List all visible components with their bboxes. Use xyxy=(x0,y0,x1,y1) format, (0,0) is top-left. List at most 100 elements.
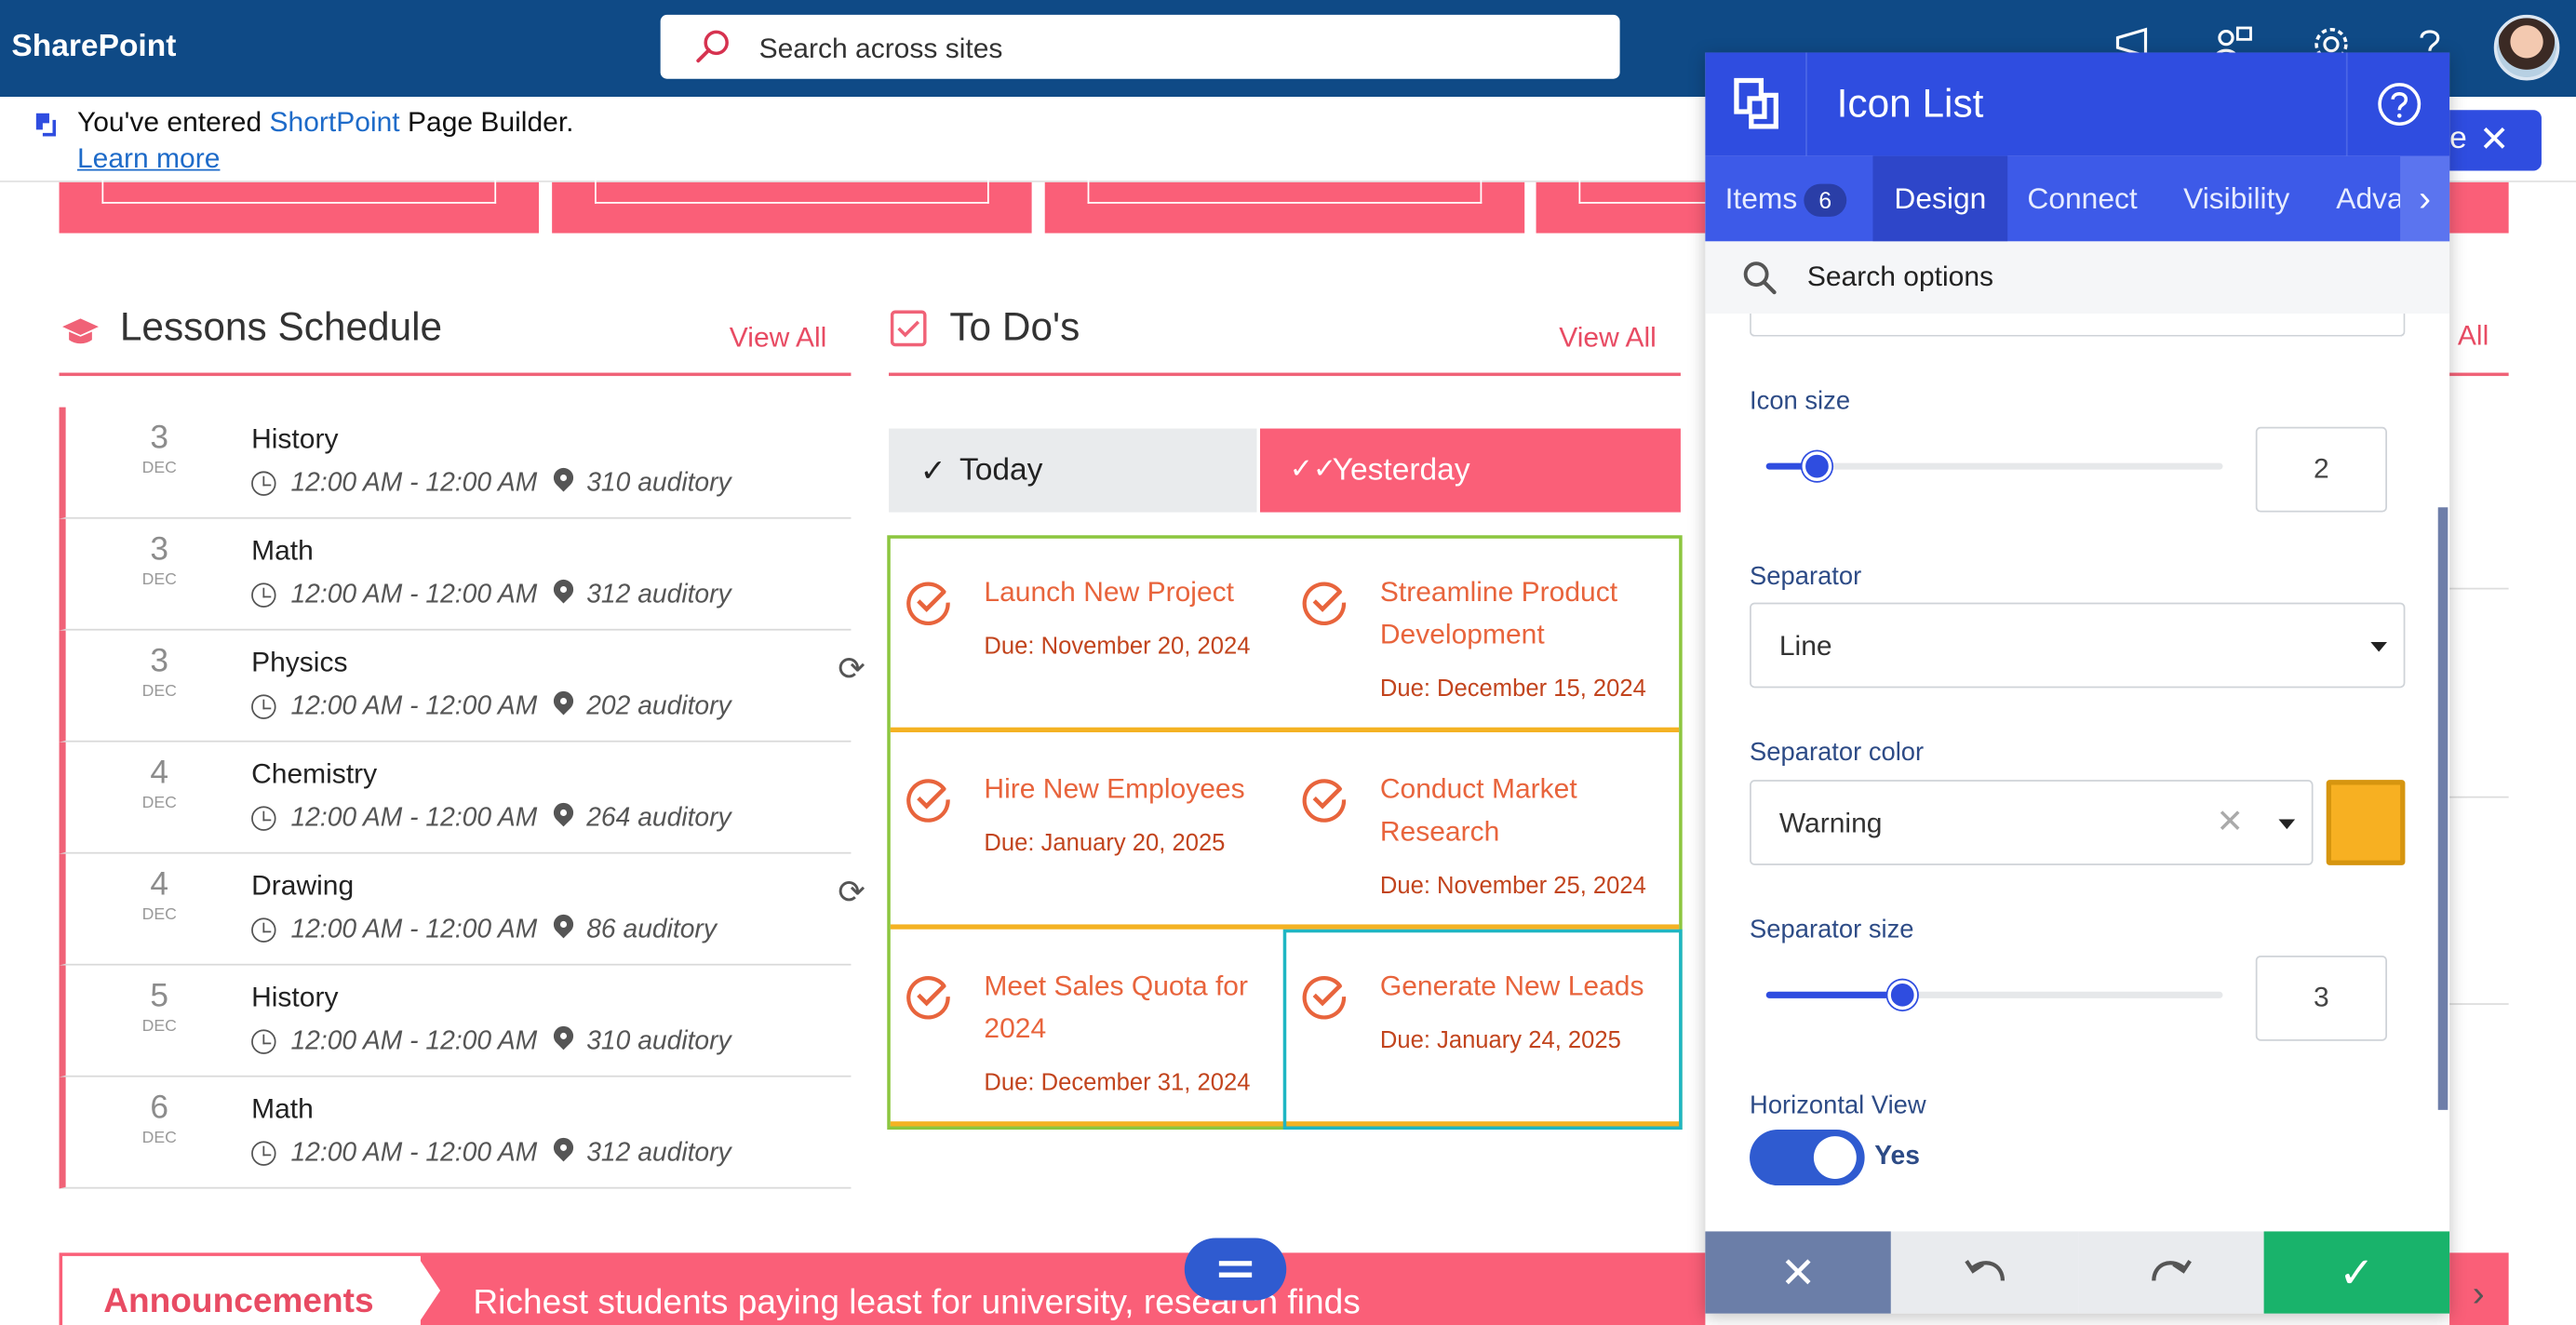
separator-select[interactable]: Line xyxy=(1750,602,2406,689)
todos-view-all-link[interactable]: View All xyxy=(1559,322,1657,355)
panel-header: Icon List xyxy=(1705,52,2450,156)
horizontal-view-toggle[interactable] xyxy=(1750,1130,1865,1186)
icon-size-slider-handle[interactable] xyxy=(1802,451,1832,482)
todo-title: Meet Sales Quota for 2024 xyxy=(984,970,1249,1045)
todo-item[interactable]: Launch New Project Due: November 20, 2024 xyxy=(891,539,1286,736)
redo-button[interactable] xyxy=(2078,1231,2264,1314)
cancel-button[interactable]: ✕ xyxy=(1705,1231,1891,1314)
help-button[interactable] xyxy=(2345,52,2449,156)
todo-item[interactable]: Conduct Market Research Due: November 25,… xyxy=(1286,736,1682,933)
separator-size-input[interactable]: 3 xyxy=(2255,955,2387,1041)
lesson-day: 4 xyxy=(150,755,169,792)
lesson-subject[interactable]: Drawing xyxy=(251,870,354,903)
tile-3[interactable] xyxy=(1044,175,1525,234)
lesson-month: DEC xyxy=(141,1130,177,1148)
location-pin-icon xyxy=(549,575,578,604)
lessons-view-all-link[interactable]: View All xyxy=(730,322,827,355)
app-title[interactable]: SharePoint xyxy=(11,30,176,66)
check-circle-icon xyxy=(906,779,950,823)
lesson-row[interactable]: 6 DEC Math 12:00 AM - 12:00 AM 312 auditory xyxy=(59,1077,852,1189)
tab-yesterday[interactable]: ✓✓ Yesterday xyxy=(1259,428,1681,513)
lesson-row[interactable]: 4 DEC Drawing 12:00 AM - 12:00 AM 86 auditor… xyxy=(59,853,865,966)
lesson-row[interactable]: 3 DEC Math 12:00 AM - 12:00 AM 312 auditory xyxy=(59,518,852,631)
close-icon: ✕ xyxy=(2478,118,2510,160)
todos-title: To Do's xyxy=(949,305,1080,350)
separator-value: Line xyxy=(1778,630,1832,662)
right-view-all-link[interactable]: All xyxy=(2458,320,2489,353)
check-icon: ✓ xyxy=(919,454,946,489)
todo-title: Launch New Project xyxy=(984,576,1234,608)
lesson-time: 12:00 AM - 12:00 AM xyxy=(290,916,538,944)
horizontal-view-label: Horizontal View xyxy=(1750,1091,1926,1120)
todo-item[interactable]: Meet Sales Quota for 2024 Due: December 3… xyxy=(891,932,1286,1130)
tab-advanced[interactable]: Adva xyxy=(2336,156,2400,242)
lesson-subject[interactable]: Math xyxy=(251,535,314,568)
options-search[interactable]: Search options xyxy=(1705,241,2450,315)
lesson-time: 12:00 AM - 12:00 AM xyxy=(290,469,538,498)
announcements-label-box: Announcements xyxy=(62,1255,421,1325)
lesson-subject[interactable]: History xyxy=(251,982,338,1014)
user-avatar[interactable] xyxy=(2493,14,2560,81)
panel-tabs: Items 6 Design Connect Visibility Adva › xyxy=(1705,155,2450,242)
tile-4-edge xyxy=(2449,181,2509,234)
lesson-month: DEC xyxy=(141,1018,177,1037)
lesson-subject[interactable]: Chemistry xyxy=(251,758,377,791)
tile-2[interactable] xyxy=(552,175,1032,234)
todo-due-date: Due: November 20, 2024 xyxy=(984,634,1251,661)
separator-size-slider-handle[interactable] xyxy=(1887,980,1918,1010)
lesson-subject[interactable]: Math xyxy=(251,1093,314,1126)
panel-scrollbar[interactable] xyxy=(2437,507,2449,1110)
location-pin-icon xyxy=(549,1133,578,1162)
lesson-day: 3 xyxy=(150,420,169,457)
tile-4[interactable] xyxy=(1536,175,1738,234)
tile-1[interactable] xyxy=(59,175,540,234)
check-circle-icon xyxy=(906,976,950,1020)
panel-title: Icon List xyxy=(1836,82,1984,127)
announcements-bar: Announcements Richest students paying le… xyxy=(59,1252,1706,1325)
location-pin-icon xyxy=(549,910,578,939)
lesson-subject[interactable]: History xyxy=(251,423,338,456)
tab-today[interactable]: ✓ Today xyxy=(889,428,1257,513)
tab-visibility[interactable]: Visibility xyxy=(2183,156,2289,242)
lesson-subject[interactable]: Physics xyxy=(251,647,347,679)
chevron-right-icon[interactable]: › xyxy=(2473,1273,2485,1316)
learn-more-link[interactable]: Learn more xyxy=(77,143,220,176)
separator-label: Separator xyxy=(1750,563,1862,592)
icon-size-input[interactable]: 2 xyxy=(2255,426,2387,513)
clock-icon xyxy=(251,1029,276,1054)
separator-color-swatch[interactable] xyxy=(2326,780,2406,865)
undo-button[interactable] xyxy=(1890,1231,2079,1314)
lesson-row[interactable]: 3 DEC History 12:00 AM - 12:00 AM 310 audito… xyxy=(59,407,852,519)
tab-connect[interactable]: Connect xyxy=(2027,156,2137,242)
save-button[interactable]: ✓ xyxy=(2263,1231,2450,1314)
check-circle-icon xyxy=(906,582,950,626)
tab-items[interactable]: Items 6 xyxy=(1705,156,1872,242)
right-row-line xyxy=(2449,796,2509,798)
todo-due-date: Due: January 20, 2025 xyxy=(984,830,1226,858)
previous-field-edge xyxy=(1750,314,2406,337)
location-pin-icon xyxy=(549,1022,578,1051)
shortpoint-logo-icon[interactable] xyxy=(1705,52,1807,156)
lesson-room: 86 auditory xyxy=(586,916,717,944)
todo-title: Hire New Employees xyxy=(984,773,1245,805)
search-placeholder: Search across sites xyxy=(758,33,1003,64)
lesson-row[interactable]: 5 DEC History 12:00 AM - 12:00 AM 310 audito… xyxy=(59,965,852,1077)
todo-item[interactable]: Hire New Employees Due: January 20, 2025 xyxy=(891,736,1286,933)
exit-builder-button[interactable]: e ✕ xyxy=(2449,110,2542,171)
separator-color-select[interactable]: Warning ✕ xyxy=(1750,780,2314,865)
icon-size-label: Icon size xyxy=(1750,387,1851,416)
todo-item[interactable]: Streamline Product Development Due: Decem… xyxy=(1286,539,1682,736)
options-search-placeholder: Search options xyxy=(1806,261,1994,293)
clock-icon xyxy=(251,471,276,496)
separator-size-slider[interactable] xyxy=(1765,980,2223,1010)
clear-icon[interactable]: ✕ xyxy=(2216,801,2244,842)
menu-fab-button[interactable] xyxy=(1184,1238,1287,1301)
lesson-row[interactable]: 4 DEC Chemistry 12:00 AM - 12:00 AM 264 audi… xyxy=(59,742,852,854)
icon-size-slider[interactable] xyxy=(1765,451,2223,482)
stage: SharePoint Search across sites You've en… xyxy=(0,0,2576,1325)
chevron-right-icon[interactable]: › xyxy=(2400,155,2450,242)
lesson-row[interactable]: 3 DEC Physics 12:00 AM - 12:00 AM 202 audito… xyxy=(59,630,865,743)
shortpoint-link[interactable]: ShortPoint xyxy=(270,107,400,139)
search-box[interactable]: Search across sites xyxy=(660,14,1620,79)
tab-design[interactable]: Design xyxy=(1872,155,2008,242)
